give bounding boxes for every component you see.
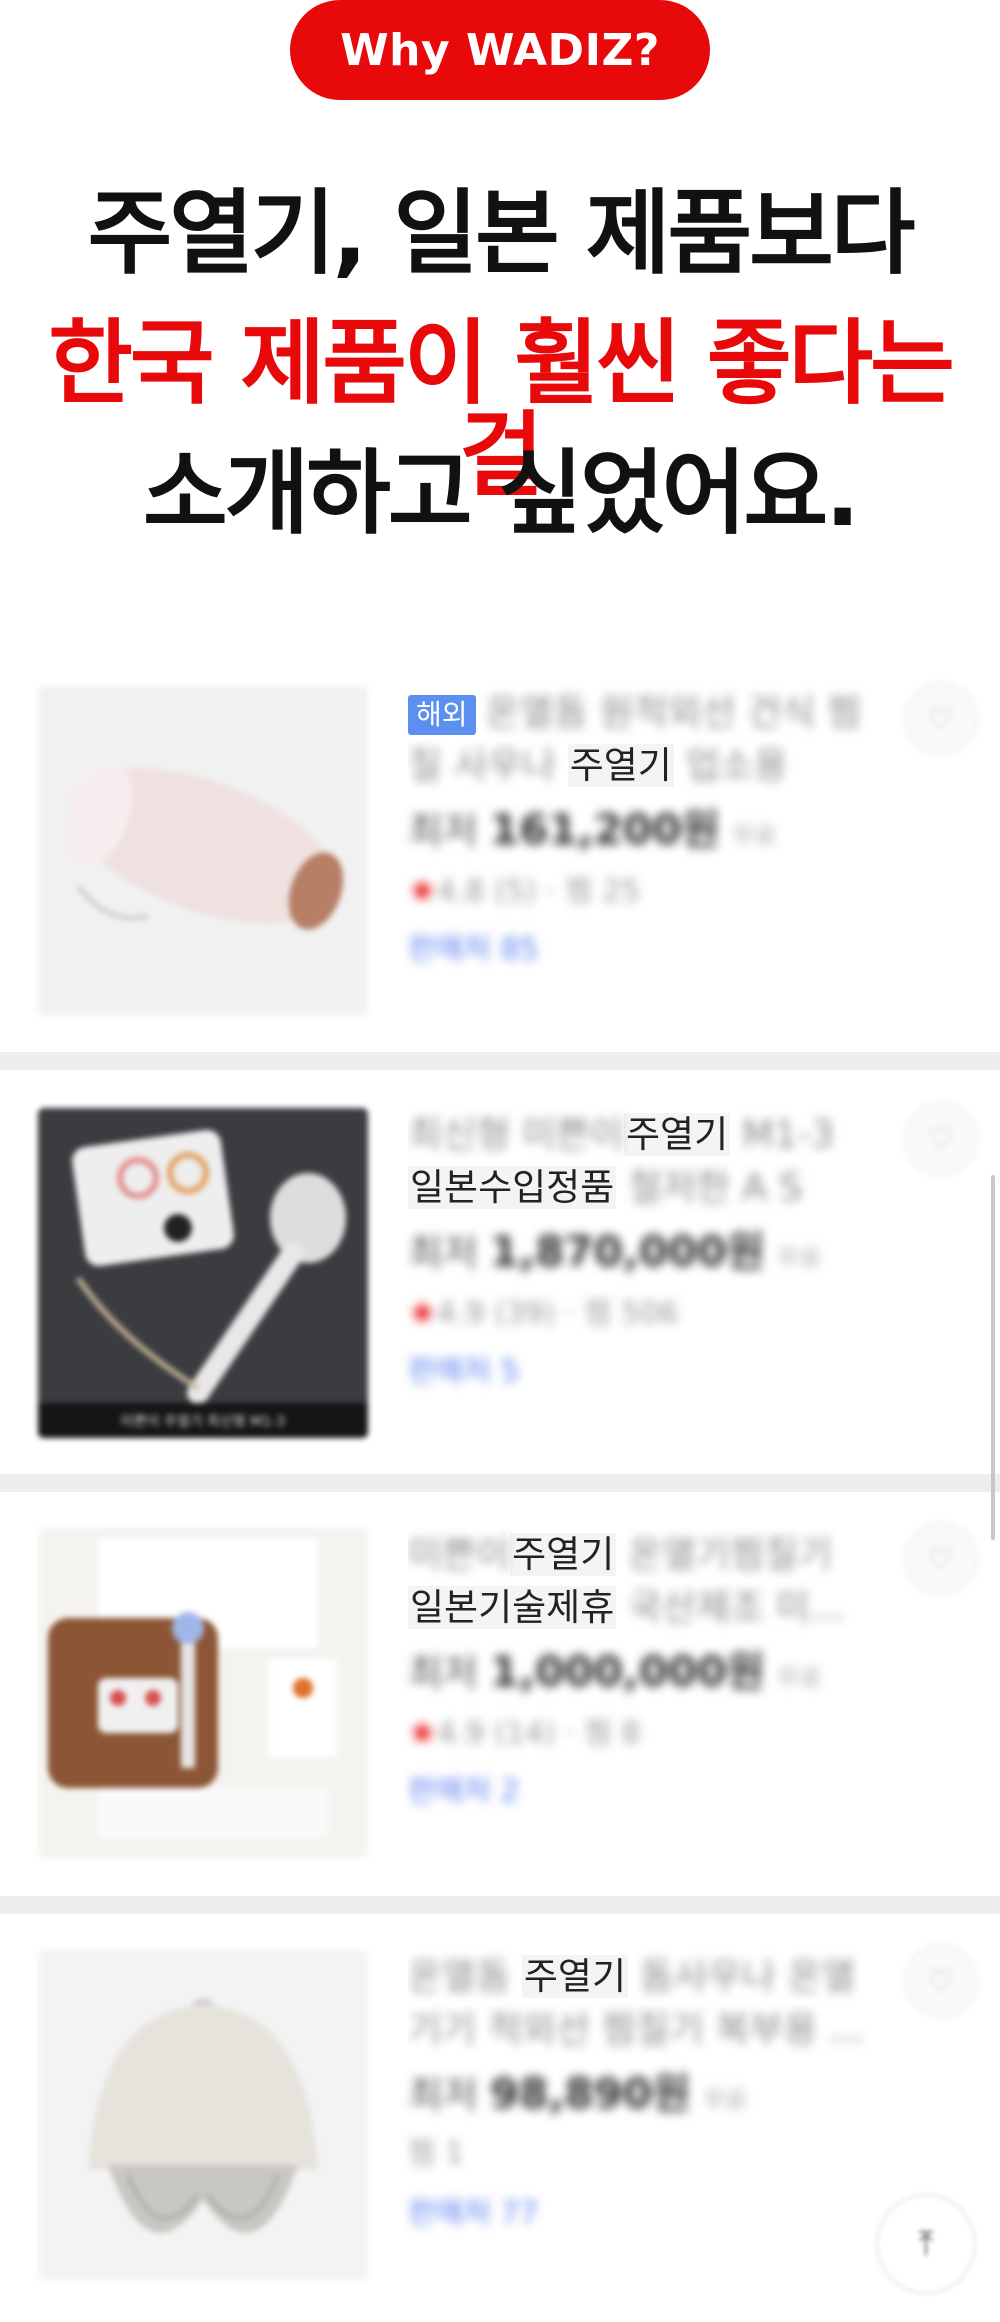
product-title-line[interactable]: 질 사우나 주열기 업소용	[408, 739, 888, 792]
product-title-text: 질 사우나	[408, 744, 568, 787]
product-rating: 찜 1	[408, 2124, 888, 2184]
product-title-text: 온열돔	[408, 1955, 522, 1998]
card-divider	[0, 1052, 1000, 1070]
product-image-device: 미쁜이 주열기 최신형 M1-3	[38, 1108, 368, 1438]
product-keyword: 주열기	[510, 1533, 617, 1576]
product-title-text: 철저한 A S	[616, 1166, 803, 1209]
rating-value: 4.9	[436, 1296, 485, 1331]
heart-icon[interactable]: ♡	[904, 1522, 978, 1596]
product-keyword: 일본수입정품	[408, 1166, 617, 1209]
product-title-text: 온열돔 원적외선 건식 찜	[485, 691, 862, 734]
seller-link[interactable]: 판매처 85	[408, 920, 888, 980]
product-title-text: 최신형 미쁜이	[408, 1113, 625, 1156]
card-divider	[0, 1474, 1000, 1492]
product-keyword: 주열기	[567, 744, 674, 787]
product-image-dome	[38, 686, 368, 1016]
product-title-text: M1-3	[730, 1113, 835, 1156]
shipping-label: 무료	[732, 822, 777, 850]
product-price: 최저 1,000,000원 무료	[408, 1642, 888, 1702]
heart-icon[interactable]: ♡	[904, 682, 978, 756]
product-price: 최저 1,870,000원 무료	[408, 1222, 888, 1282]
product-thumbnail[interactable]	[38, 1528, 368, 1858]
star-icon: ★	[408, 871, 437, 909]
product-title-line[interactable]: 기기 적외선 찜질기 복부용 ...	[408, 2003, 888, 2056]
thumb-caption: 미쁜이 주열기 최신형 M1-3	[121, 1414, 285, 1430]
review-count: 찜 1	[408, 2136, 465, 2171]
product-title-line[interactable]: 미쁜이주열기 온열기찜질기	[408, 1528, 888, 1581]
price-value: 1,870,000원	[490, 1227, 766, 1276]
rating-value: 4.8	[436, 874, 485, 909]
product-card[interactable]: 미쁜이주열기 온열기찜질기 일본기술제휴 국산제조 미... 최저 1,000,…	[0, 1510, 1000, 1900]
review-count: (5) · 찜 25	[493, 874, 641, 909]
shipping-label: 무료	[777, 1244, 822, 1272]
product-rating: ★4.9 (14) · 찜 8	[408, 1702, 888, 1762]
product-title-line[interactable]: 일본수입정품 철저한 A S	[408, 1161, 888, 1214]
product-thumbnail[interactable]	[38, 686, 368, 1016]
why-wadiz-badge: Why WADIZ?	[290, 0, 710, 100]
price-prefix: 최저	[408, 2073, 478, 2117]
product-title-text: 국산제조 미...	[616, 1586, 846, 1629]
shipping-label: 무료	[702, 2086, 747, 2114]
product-rating: ★4.8 (5) · 찜 25	[408, 860, 888, 920]
product-title-text: 돔사우나 온열	[628, 1955, 856, 1998]
product-title-line[interactable]: 온열돔 주열기 돔사우나 온열	[408, 1950, 888, 2003]
card-divider	[0, 1896, 1000, 1914]
seller-link[interactable]: 판매처 2	[408, 1762, 888, 1822]
price-prefix: 최저	[408, 1231, 478, 1275]
heart-icon[interactable]: ♡	[904, 1102, 978, 1176]
product-thumbnail[interactable]	[38, 1950, 368, 2280]
product-keyword: 일본기술제휴	[408, 1586, 617, 1629]
product-card[interactable]: 온열돔 주열기 돔사우나 온열 기기 적외선 찜질기 복부용 ... 최저 98…	[0, 1932, 1000, 2322]
headline-line-3: 소개하고 싶었어요.	[142, 440, 860, 547]
price-value: 1,000,000원	[490, 1647, 766, 1696]
product-title-text: 업소용	[673, 744, 788, 787]
star-icon: ★	[408, 1713, 437, 1751]
product-rating: ★4.9 (39) · 찜 506	[408, 1282, 888, 1342]
product-price: 최저 161,200원 무료	[408, 800, 888, 860]
arrow-up-icon: ⤒	[918, 2224, 934, 2264]
headline-line-1: 주열기, 일본 제품보다	[87, 180, 916, 287]
heart-icon[interactable]: ♡	[904, 1944, 978, 2018]
price-value: 98,890원	[490, 2069, 691, 2118]
product-image-set	[38, 1528, 368, 1858]
scroll-top-button[interactable]: ⤒	[876, 2194, 976, 2294]
product-card[interactable]: 미쁜이 주열기 최신형 M1-3 최신형 미쁜이주열기 M1-3 일본수입정품 …	[0, 1090, 1000, 1480]
price-value: 161,200원	[490, 805, 720, 854]
price-prefix: 최저	[408, 809, 478, 853]
price-prefix: 최저	[408, 1651, 478, 1695]
product-title-text: 기기 적외선 찜질기 복부용 ...	[408, 2008, 865, 2051]
product-thumbnail[interactable]: 미쁜이 주열기 최신형 M1-3	[38, 1108, 368, 1438]
product-title-text: 온열기찜질기	[616, 1533, 833, 1576]
product-image-dome	[38, 1950, 368, 2280]
product-price: 최저 98,890원 무료	[408, 2064, 888, 2124]
scrollbar[interactable]	[991, 1175, 995, 1540]
review-count: (39) · 찜 506	[493, 1296, 679, 1331]
seller-link[interactable]: 판매처 5	[408, 1342, 888, 1402]
rating-value: 4.9	[436, 1716, 485, 1751]
review-count: (14) · 찜 8	[493, 1716, 641, 1751]
product-title-line[interactable]: 일본기술제휴 국산제조 미...	[408, 1581, 888, 1634]
shipping-label: 무료	[777, 1664, 822, 1692]
star-icon: ★	[408, 1293, 437, 1331]
seller-link[interactable]: 판매처 77	[408, 2184, 888, 2244]
product-card[interactable]: 해외 온열돔 원적외선 건식 찜 질 사우나 주열기 업소용 최저 161,200…	[0, 682, 1000, 1072]
product-keyword: 주열기	[521, 1955, 629, 1998]
product-title-line[interactable]: 해외 온열돔 원적외선 건식 찜	[408, 686, 888, 739]
overseas-badge: 해외	[408, 694, 476, 735]
product-title-text: 미쁜이	[408, 1533, 511, 1576]
product-keyword: 주열기	[624, 1113, 731, 1156]
product-title-line[interactable]: 최신형 미쁜이주열기 M1-3	[408, 1108, 888, 1161]
